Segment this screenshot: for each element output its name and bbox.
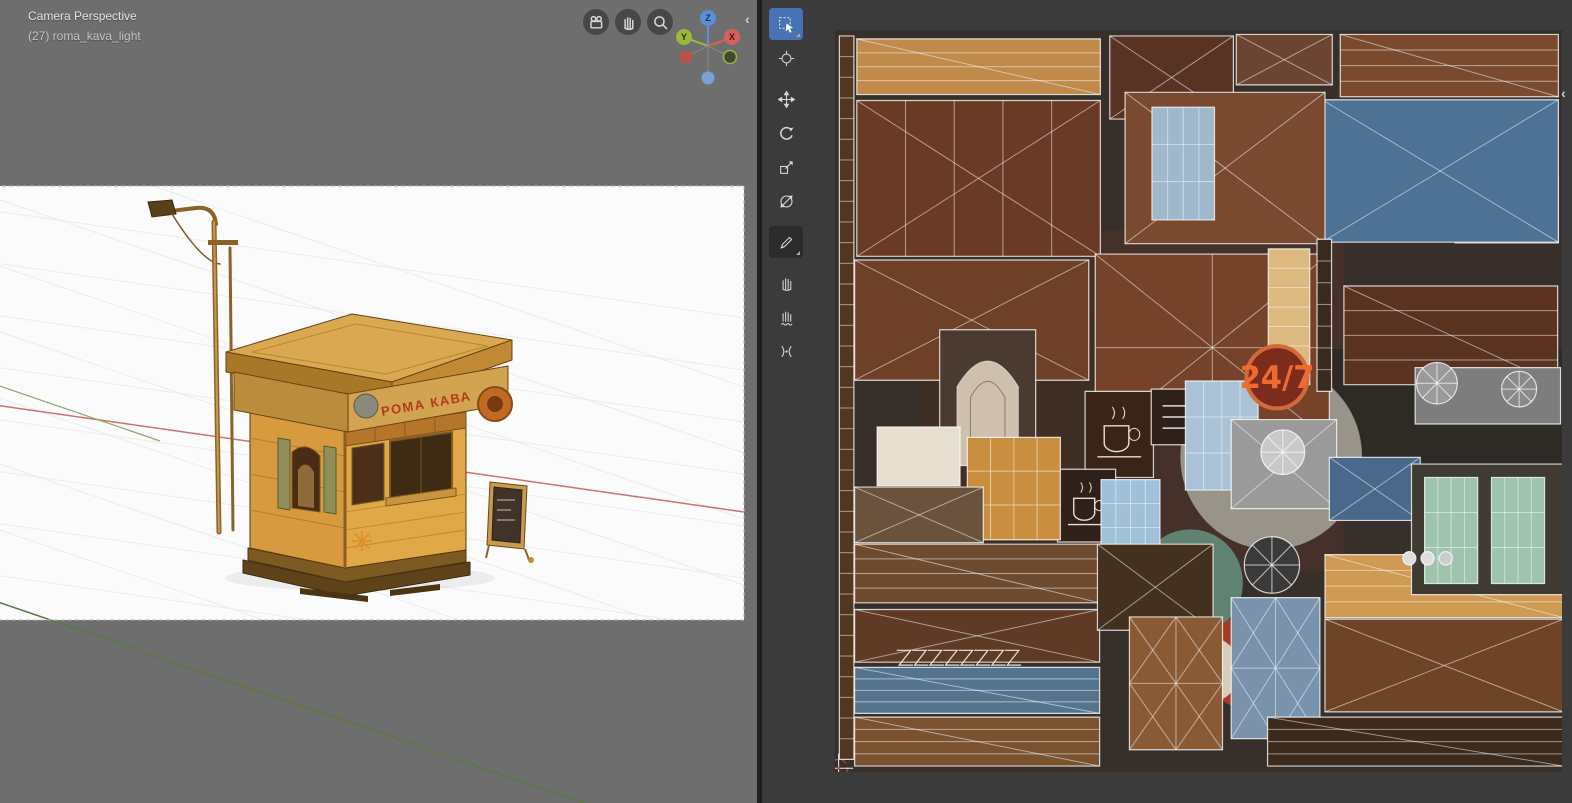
tool-pinch[interactable] [769, 335, 803, 367]
uv-circle-island[interactable] [1417, 362, 1458, 404]
uv-circle-island[interactable] [1403, 552, 1416, 565]
move-icon [777, 90, 795, 108]
camera-view-button[interactable] [583, 9, 609, 35]
uv-island[interactable] [855, 487, 984, 543]
uv-island[interactable] [857, 39, 1101, 95]
uv-island[interactable] [1236, 34, 1332, 84]
uv-island[interactable] [1322, 100, 1558, 242]
transform-icon [779, 194, 793, 208]
tool-move[interactable] [769, 83, 803, 115]
tool-relax[interactable] [769, 301, 803, 333]
uv-island[interactable] [1317, 239, 1332, 391]
viewport-3d[interactable]: РОМА КАВА Camera Perspective (27) roma_k… [0, 0, 757, 803]
camera-icon [589, 15, 602, 29]
tool-tweak-select[interactable] [769, 8, 803, 40]
uv-island[interactable] [877, 427, 960, 486]
viewport-sidebar-collapse-arrow[interactable]: ‹ [745, 12, 750, 26]
viewport-nav-gadgets [583, 9, 673, 35]
uv-sidebar-collapse-arrow[interactable]: ‹ [1561, 86, 1566, 100]
uv-island[interactable] [857, 100, 1101, 256]
gizmo-x-label: X [729, 32, 735, 42]
gizmo-y-label: Y [681, 32, 687, 42]
uv-island[interactable] [1129, 617, 1222, 750]
uv-toolbar [769, 8, 807, 367]
pencil-icon [779, 236, 792, 249]
gizmo-neg-x-axis[interactable] [679, 50, 693, 64]
uv-island[interactable] [1325, 619, 1562, 712]
tool-rotate[interactable] [769, 117, 803, 149]
uv-island[interactable] [855, 610, 1100, 663]
uv-circle-island[interactable] [1439, 552, 1452, 565]
uv-texture-canvas[interactable]: 24/7 [835, 30, 1562, 772]
uv-island[interactable] [855, 544, 1100, 603]
pan-view-button[interactable] [615, 9, 641, 35]
select-box-icon [778, 16, 793, 33]
y-axis-line [0, 601, 586, 803]
gizmo-neg-y-axis[interactable] [722, 49, 738, 65]
uv-island[interactable] [1425, 477, 1478, 583]
magnifier-icon [653, 15, 668, 30]
grab-hand-icon [782, 277, 791, 291]
camera-frame-content: РОМА КАВА [0, 186, 744, 620]
viewport-3d-canvas[interactable]: РОМА КАВА [0, 0, 757, 803]
uv-editor[interactable]: 24/7 ‹ [762, 0, 1572, 803]
cursor-icon [778, 50, 794, 66]
uv-island[interactable] [855, 667, 1100, 713]
gizmo-z-label: Z [705, 13, 711, 23]
scale-icon [779, 160, 793, 174]
uv-circle-island[interactable] [1261, 430, 1305, 475]
relax-hand-icon [780, 311, 792, 326]
uv-island[interactable] [1491, 477, 1544, 583]
gizmo-neg-z-axis[interactable] [701, 71, 715, 85]
uv-island[interactable] [1101, 480, 1160, 553]
badge-24-7-text: 24/7 [1240, 360, 1315, 396]
uv-island[interactable] [1268, 717, 1562, 766]
hand-icon [623, 16, 633, 30]
point-light-marker[interactable] [352, 531, 372, 551]
uv-island[interactable] [855, 717, 1100, 766]
uv-island[interactable] [839, 36, 854, 759]
tool-grab[interactable] [769, 267, 803, 299]
tool-cursor[interactable] [769, 42, 803, 74]
tool-annotate[interactable] [769, 226, 803, 258]
uv-island[interactable] [1329, 457, 1420, 520]
uv-circle-island[interactable] [1421, 552, 1434, 565]
uv-island[interactable] [1340, 34, 1558, 96]
uv-circle-island[interactable] [1502, 371, 1537, 407]
tool-scale[interactable] [769, 151, 803, 183]
tool-transform[interactable] [769, 185, 803, 217]
uv-island[interactable] [1085, 391, 1153, 477]
uv-circle-island[interactable] [1244, 537, 1299, 593]
uv-island[interactable] [1152, 107, 1215, 220]
axis-gizmo[interactable]: Z Y X [668, 4, 748, 92]
rotate-icon [779, 126, 794, 140]
pinch-hand-icon [780, 345, 792, 357]
